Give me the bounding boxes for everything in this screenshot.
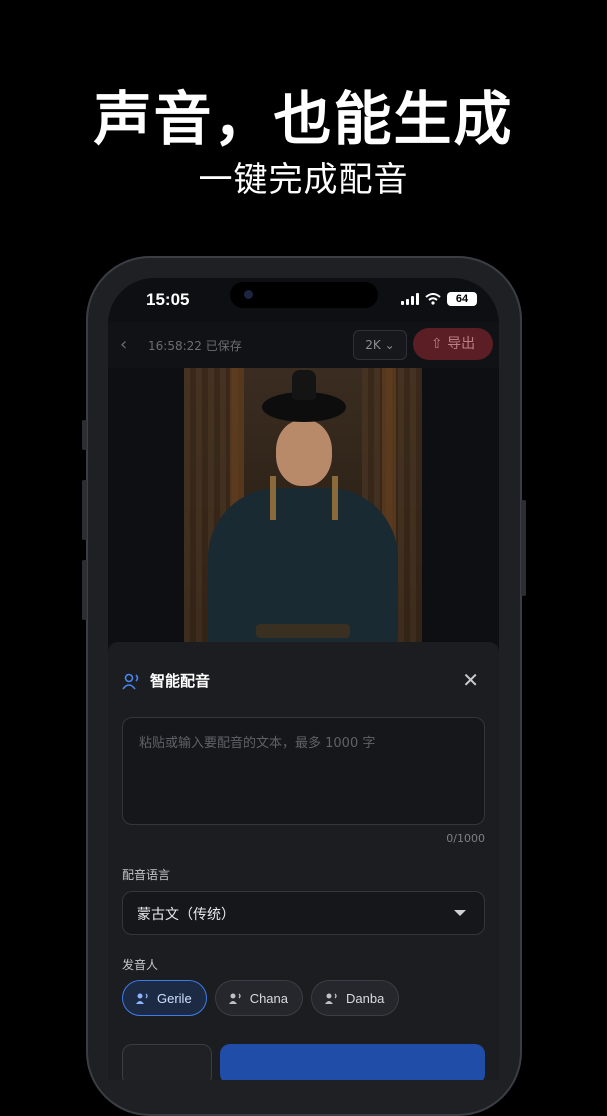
speaker-label: 发音人	[122, 958, 159, 972]
smart-dubbing-sheet: 智能配音 ✕ 粘贴或输入要配音的文本，最多 1000 字 0/1000 配音语言…	[108, 642, 499, 1080]
phone-volume-up-button	[82, 480, 87, 540]
close-icon[interactable]: ✕	[462, 668, 479, 692]
promo-subline: 一键完成配音	[198, 160, 409, 200]
phone-screen: 15:05 64 ‹ 16:58:22 已保存 2K ⌄ ⇧ 导出 智能配音 ✕…	[108, 278, 499, 1080]
sheet-header: 智能配音	[122, 670, 210, 691]
resolution-button[interactable]: 2K ⌄	[353, 330, 407, 360]
phone-volume-down-button	[82, 560, 87, 620]
voice-icon	[122, 673, 139, 690]
caret-down-icon	[454, 910, 466, 916]
sheet-title: 智能配音	[150, 672, 211, 690]
saved-status: 16:58:22 已保存	[148, 339, 242, 353]
speaker-chip-gerile[interactable]: Gerile	[122, 980, 207, 1016]
resolution-label: 2K	[365, 338, 381, 352]
char-counter: 0/1000	[446, 832, 485, 845]
editor-app-bar: ‹ 16:58:22 已保存 2K ⌄ ⇧ 导出	[108, 322, 499, 368]
speaker-name: Chana	[249, 990, 288, 1006]
phone-power-button	[521, 500, 526, 596]
export-label: 导出	[447, 336, 476, 352]
video-preview[interactable]	[184, 368, 422, 646]
speaker-chip-danba[interactable]: Danba	[311, 980, 400, 1016]
dynamic-island	[230, 282, 378, 308]
speaker-name: Gerile	[157, 990, 192, 1006]
speaker-chip-chana[interactable]: Chana	[214, 980, 303, 1016]
status-icons: 64	[401, 292, 477, 306]
dubbing-text-input[interactable]: 粘贴或输入要配音的文本，最多 1000 字	[122, 717, 485, 825]
wifi-icon	[425, 293, 441, 305]
text-placeholder: 粘贴或输入要配音的文本，最多 1000 字	[139, 736, 376, 751]
language-value: 蒙古文（传统）	[137, 907, 235, 923]
signal-icon	[401, 293, 419, 305]
language-select[interactable]: 蒙古文（传统）	[122, 891, 485, 935]
speaker-name: Danba	[346, 990, 385, 1006]
language-label: 配音语言	[122, 868, 171, 882]
export-button[interactable]: ⇧ 导出	[413, 328, 493, 360]
speaker-voice-icon	[325, 993, 337, 1004]
status-time: 15:05	[146, 290, 190, 309]
primary-action-button[interactable]	[220, 1044, 485, 1080]
phone-mute-button	[82, 420, 87, 450]
speaker-voice-icon	[136, 993, 148, 1004]
speaker-voice-icon	[228, 993, 241, 1004]
battery-icon: 64	[447, 292, 477, 306]
share-icon: ⇧	[430, 336, 443, 352]
speaker-chips: Gerile Chana Danba	[122, 980, 400, 1016]
back-icon[interactable]: ‹	[120, 334, 127, 355]
promo-headline: 声音，也能生成	[93, 85, 514, 153]
secondary-action-button[interactable]	[122, 1044, 212, 1080]
